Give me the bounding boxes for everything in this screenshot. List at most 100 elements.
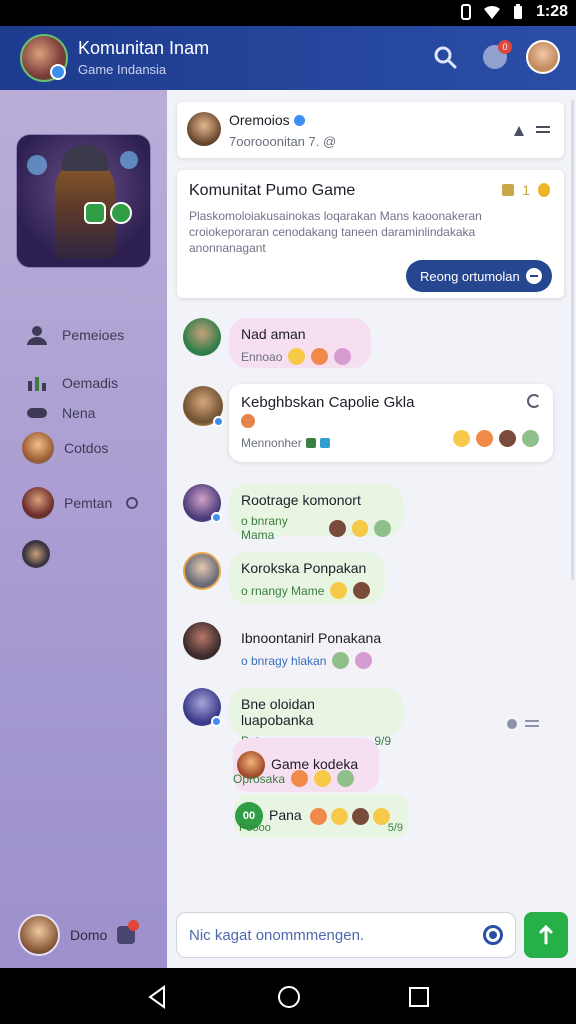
post-card[interactable]: Oremoios 7oorooonitan 7. @ <box>177 102 564 158</box>
join-room-button[interactable]: Reong ortumolan <box>406 260 552 292</box>
emoji-icon[interactable] <box>291 770 309 787</box>
send-icon <box>539 924 553 945</box>
announcement-card[interactable]: Komunitat Pumo Game 1 Plaskomoloiakusain… <box>177 170 564 298</box>
message-reactions: o bnrany Mama <box>241 514 392 542</box>
emoji-icon[interactable] <box>355 652 373 669</box>
message-composer <box>176 912 516 958</box>
sidebar-item-pemtan[interactable]: Pemtan <box>22 487 139 519</box>
badge-dot <box>128 920 140 931</box>
chat-feed[interactable]: Oremoios 7oorooonitan 7. @ Komunitat Pum… <box>167 90 576 968</box>
avatar <box>22 487 54 519</box>
message-card[interactable]: Kebghbskan Capolie Gkla Mennonher <box>229 384 553 462</box>
emoji-icon[interactable] <box>374 519 392 537</box>
avatar <box>22 432 54 464</box>
current-user[interactable]: Domo <box>18 914 140 956</box>
emoji-icon[interactable] <box>453 430 470 447</box>
user-avatar[interactable] <box>183 484 222 523</box>
online-status-icon <box>211 716 222 727</box>
server-banner-card[interactable] <box>16 134 151 268</box>
reply-message[interactable]: Game kodeka Oprosaka <box>233 738 379 792</box>
verified-badge-icon <box>50 64 66 80</box>
magic-glow-decoration <box>27 155 47 175</box>
pin-icon[interactable] <box>512 124 526 136</box>
app-header: Komunitan Inam Game Indansia 0 <box>0 26 576 90</box>
author-avatar[interactable] <box>187 112 221 146</box>
user-avatar[interactable] <box>183 622 221 660</box>
chart-icon <box>22 368 52 398</box>
voice-record-icon[interactable] <box>483 925 503 945</box>
notification-badge: 0 <box>498 40 512 54</box>
sidebar: Pemeioes Oemadis Nena Cotdos Pemtan Domo <box>0 90 167 968</box>
emoji-icon[interactable] <box>499 430 516 447</box>
tag-icon <box>305 438 316 448</box>
battery-icon <box>513 4 522 19</box>
sidebar-item-games[interactable]: Nena <box>22 398 95 428</box>
emoji-icon[interactable] <box>337 770 355 787</box>
fire-icon[interactable] <box>538 183 550 197</box>
messages-button[interactable]: 0 <box>478 40 512 74</box>
game-badge-icon <box>84 202 106 224</box>
share-icon[interactable] <box>505 718 519 730</box>
refresh-icon[interactable] <box>527 394 541 408</box>
chat-message[interactable]: Korokska Ponpakan o rnangy Mame <box>183 552 385 604</box>
scrollbar[interactable] <box>571 100 574 580</box>
reaction-count: 1 <box>522 182 530 198</box>
user-avatar <box>18 914 60 956</box>
user-name: Domo <box>70 927 108 943</box>
message-input[interactable] <box>189 926 483 944</box>
reply-message[interactable]: 00 Pana Poooo 5/9 <box>233 794 409 838</box>
sidebar-item-label: Oemadis <box>62 375 119 391</box>
thread-tools <box>505 718 539 730</box>
sidebar-item-label: Pemeioes <box>62 327 125 343</box>
sidebar-item-cotdos[interactable]: Cotdos <box>22 432 108 464</box>
user-avatar[interactable] <box>183 318 221 356</box>
message-text: Ibnoontanirl Ponakana <box>241 630 382 646</box>
announcement-body: Plaskomoloiakusainokas loqarakan Mans ka… <box>189 209 482 255</box>
message-meta: Mennonher <box>241 436 330 450</box>
message-text: Bne oloidan luapobanka <box>241 696 315 728</box>
system-nav-bar <box>0 968 576 1024</box>
emoji-icon[interactable] <box>328 519 346 537</box>
emoji-icon[interactable] <box>288 348 306 365</box>
wifi-icon <box>483 5 500 19</box>
emoji-icon[interactable] <box>522 430 539 447</box>
home-icon[interactable] <box>276 984 302 1010</box>
user-avatar[interactable] <box>183 688 222 727</box>
inbox-icon[interactable] <box>117 920 140 944</box>
emoji-icon[interactable] <box>330 582 348 599</box>
chat-message[interactable]: Rootrage komonort o bnrany Mama <box>183 484 403 542</box>
menu-icon[interactable] <box>525 718 539 730</box>
chat-message[interactable]: Nad aman Ennoao <box>183 318 371 368</box>
sidebar-item-label: Cotdos <box>64 440 109 456</box>
sidebar-item-extra[interactable] <box>22 540 50 568</box>
trophy-icon[interactable] <box>502 184 515 196</box>
sidebar-item-members[interactable]: Pemeioes <box>22 320 124 350</box>
emoji-icon[interactable] <box>334 348 352 365</box>
vibrate-icon <box>460 4 471 20</box>
emoji-icon[interactable] <box>314 770 332 787</box>
profile-avatar[interactable] <box>526 40 560 74</box>
menu-icon[interactable] <box>536 124 550 136</box>
status-time: 1:28 <box>535 3 568 20</box>
search-icon <box>434 46 457 69</box>
sidebar-item-stats[interactable]: Oemadis <box>22 368 118 398</box>
message-bubble: Bne oloidan luapobanka Patmae 9/9 <box>229 688 403 748</box>
gamepad-icon <box>22 398 52 428</box>
emoji-icon[interactable] <box>353 582 371 599</box>
emoji-icon[interactable] <box>332 652 350 669</box>
emoji-icon[interactable] <box>311 348 329 365</box>
emoji-icon[interactable] <box>351 519 369 537</box>
user-avatar[interactable] <box>183 552 221 590</box>
chat-message[interactable]: Ibnoontanirl Ponakana o bnragy hlakan <box>183 622 425 670</box>
user-avatar[interactable] <box>183 386 224 427</box>
chat-message[interactable]: Bne oloidan luapobanka Patmae 9/9 <box>183 688 403 748</box>
people-icon <box>22 320 52 350</box>
emoji-icon[interactable] <box>476 430 493 447</box>
community-title: Komunitan Inam <box>78 38 210 58</box>
recents-icon[interactable] <box>406 984 432 1010</box>
search-button[interactable] <box>428 40 462 74</box>
magic-glow-decoration <box>120 151 138 169</box>
send-button[interactable] <box>524 912 568 958</box>
community-subtitle: Game Indansia <box>78 62 167 77</box>
back-icon[interactable] <box>144 984 170 1010</box>
